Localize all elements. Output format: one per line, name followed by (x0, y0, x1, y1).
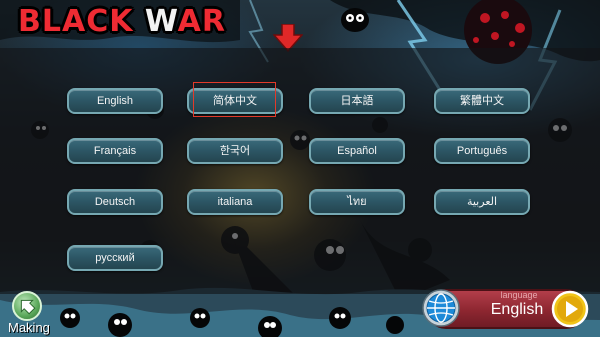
globe-icon[interactable] (421, 288, 461, 328)
back-arrow-icon (20, 299, 36, 315)
language-button-arabic[interactable]: العربية (434, 189, 530, 215)
language-button-french[interactable]: Français (67, 138, 163, 164)
language-button-german[interactable]: Deutsch (67, 189, 163, 215)
language-button-italian[interactable]: italiana (187, 189, 283, 215)
game-title-logo: BLACK WAR (18, 4, 226, 39)
language-button-russian[interactable]: русский (67, 245, 163, 271)
language-button-traditional-chinese[interactable]: 繁體中文 (434, 88, 530, 114)
language-button-spanish[interactable]: Español (309, 138, 405, 164)
back-button[interactable] (12, 291, 42, 321)
making-label: Making (8, 320, 50, 335)
language-button-thai[interactable]: ไทย (309, 189, 405, 215)
title-part-w: W (144, 4, 178, 39)
language-button-portuguese[interactable]: Português (434, 138, 530, 164)
current-language-bar: language English (418, 285, 592, 333)
selection-highlight-box (193, 82, 276, 117)
title-part-black: BLACK (18, 4, 145, 39)
play-icon[interactable] (551, 290, 589, 328)
language-button-english[interactable]: English (67, 88, 163, 114)
language-button-japanese[interactable]: 日本語 (309, 88, 405, 114)
language-button-korean[interactable]: 한국어 (187, 138, 283, 164)
title-part-ar: AR (177, 4, 226, 39)
